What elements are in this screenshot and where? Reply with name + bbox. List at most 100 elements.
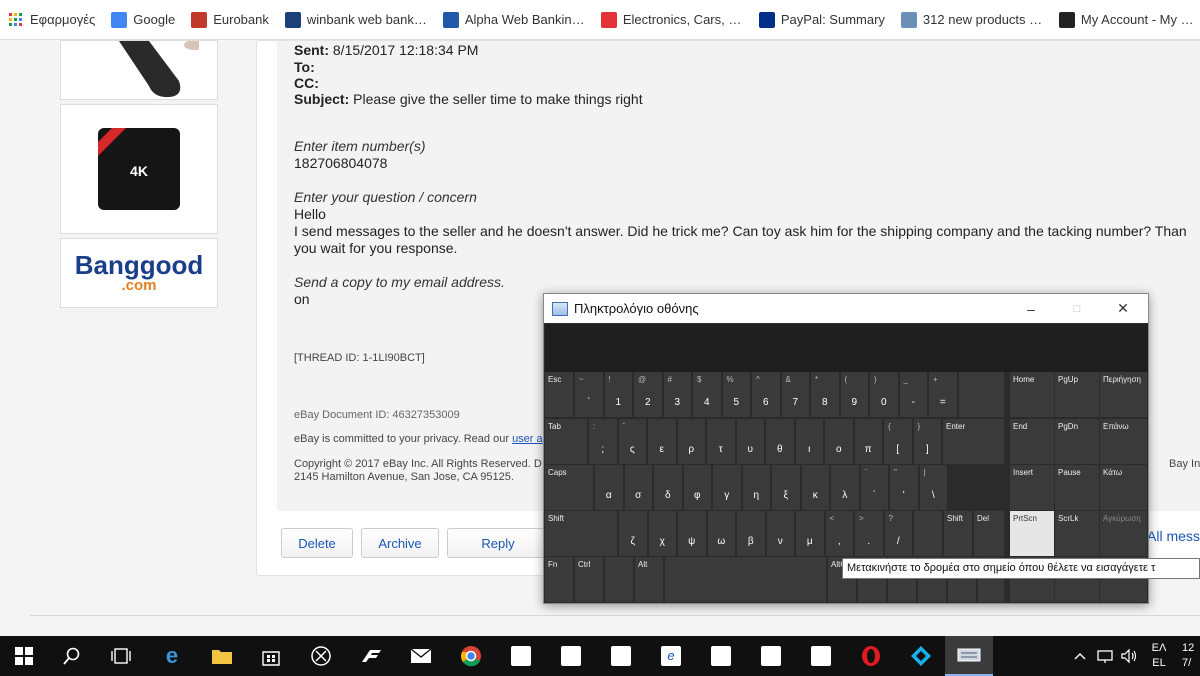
windows-key[interactable] xyxy=(605,557,633,602)
maximize-button[interactable]: □ xyxy=(1054,294,1100,323)
char-key[interactable]: ]} xyxy=(913,419,941,464)
char-key[interactable]: 2 @ xyxy=(634,372,662,417)
char-key[interactable]: [{ xyxy=(884,419,912,464)
char-key[interactable]: η xyxy=(742,465,770,510)
product-thumbnail[interactable]: 4K xyxy=(60,104,218,234)
char-key[interactable]: . > xyxy=(855,511,883,556)
xbox-button[interactable] xyxy=(297,636,345,676)
forza-button[interactable] xyxy=(347,636,395,676)
volume-button[interactable] xyxy=(1118,636,1140,676)
char-key[interactable]: ξ xyxy=(772,465,800,510)
store-button[interactable] xyxy=(247,636,295,676)
bookmark-item[interactable]: Electronics, Cars, Fash xyxy=(600,11,743,28)
network-button[interactable] xyxy=(1094,636,1116,676)
char-key[interactable]: ` ~ xyxy=(575,372,603,417)
bookmark-item[interactable]: Google xyxy=(111,11,175,28)
page-up-key[interactable]: PgUp xyxy=(1055,372,1099,417)
language-indicator[interactable]: ΕΛ EL xyxy=(1144,636,1174,676)
search-button[interactable] xyxy=(48,636,96,676)
char-key[interactable]: ν xyxy=(766,511,794,556)
scroll-lock-key[interactable]: ScrLk xyxy=(1055,511,1099,556)
bookmark-item[interactable]: 312 new products list xyxy=(900,11,1043,28)
char-key[interactable]: π xyxy=(854,419,882,464)
char-key[interactable]: ;: xyxy=(589,419,617,464)
char-key[interactable]: γ xyxy=(713,465,741,510)
char-key[interactable]: 1! xyxy=(604,372,632,417)
esc-key[interactable]: Esc xyxy=(545,372,573,417)
all-messages-link[interactable]: All messa xyxy=(1147,528,1200,544)
mail-button[interactable] xyxy=(397,636,445,676)
shift-key[interactable]: Shift xyxy=(545,511,617,556)
char-key[interactable]: υ xyxy=(736,419,764,464)
char-key[interactable]: 8 * xyxy=(811,372,839,417)
bookmark-item[interactable]: PayPal: Summary xyxy=(758,11,885,28)
show-hidden-icons[interactable] xyxy=(1068,636,1092,676)
char-key[interactable]: ' " xyxy=(890,465,918,510)
bookmark-item[interactable]: Eurobank xyxy=(191,11,269,28)
bookmark-item[interactable]: Alpha Web Banking c xyxy=(442,11,585,28)
char-key[interactable]: δ xyxy=(654,465,682,510)
opera-button[interactable] xyxy=(847,636,895,676)
file-explorer-button[interactable] xyxy=(198,636,246,676)
char-key[interactable]: 9( xyxy=(840,372,868,417)
taskbar-app-edge-ie[interactable]: e xyxy=(647,636,695,676)
char-key[interactable]: 4 $ xyxy=(693,372,721,417)
char-key[interactable]: \ | xyxy=(919,465,947,510)
taskbar-app-orange[interactable] xyxy=(747,636,795,676)
archive-button[interactable]: Archive xyxy=(361,528,439,558)
char-key[interactable]: /? xyxy=(884,511,912,556)
page-down-key[interactable]: PgDn xyxy=(1055,419,1099,464)
bookmark-item[interactable]: My Account - My Fav xyxy=(1058,11,1200,28)
backspace-key[interactable] xyxy=(959,372,1004,417)
char-key[interactable]: , < xyxy=(825,511,853,556)
taskbar-app-facebook[interactable] xyxy=(597,636,645,676)
char-key[interactable]: κ xyxy=(801,465,829,510)
enter-key[interactable]: Enter xyxy=(943,419,1004,464)
osk-taskbar-button[interactable] xyxy=(945,636,993,676)
reply-button[interactable]: Reply xyxy=(447,528,549,558)
start-button[interactable] xyxy=(0,636,48,676)
char-key[interactable]: μ xyxy=(796,511,824,556)
user-agreement-link[interactable]: user a xyxy=(512,433,543,445)
fn-key[interactable]: Fn xyxy=(545,557,573,602)
char-key[interactable]: τ xyxy=(707,419,735,464)
char-key[interactable]: ΄ ¨ xyxy=(860,465,888,510)
ctrl-key[interactable]: Ctrl xyxy=(575,557,603,602)
close-button[interactable]: ✕ xyxy=(1100,294,1146,323)
kodi-button[interactable] xyxy=(897,636,945,676)
pause-key[interactable]: Pause xyxy=(1055,465,1099,510)
right-shift-key[interactable]: Shift xyxy=(944,511,972,556)
task-view-button[interactable] xyxy=(97,636,145,676)
banggood-logo[interactable]: Banggood .com xyxy=(60,238,218,308)
char-key[interactable]: ι xyxy=(795,419,823,464)
bookmark-item[interactable]: Εφαρμογές xyxy=(8,12,95,28)
taskbar-app-light-blue[interactable] xyxy=(797,636,845,676)
char-key[interactable]: α xyxy=(595,465,623,510)
product-thumbnail[interactable] xyxy=(60,40,218,100)
taskbar-app-youtube[interactable] xyxy=(697,636,745,676)
insert-key[interactable]: Insert xyxy=(1010,465,1054,510)
char-key[interactable]: - _ xyxy=(899,372,927,417)
tab-key[interactable]: Tab xyxy=(545,419,587,464)
char-key[interactable]: ψ xyxy=(678,511,706,556)
char-key[interactable]: λ xyxy=(831,465,859,510)
move-up-key[interactable]: Επάνω xyxy=(1100,419,1147,464)
end-key[interactable]: End xyxy=(1010,419,1054,464)
char-key[interactable]: ρ xyxy=(677,419,705,464)
chrome-button[interactable] xyxy=(447,636,495,676)
char-key[interactable]: ς ΅ xyxy=(618,419,646,464)
osk-title-bar[interactable]: Πληκτρολόγιο οθόνης – □ ✕ xyxy=(544,294,1148,323)
taskbar-app-green[interactable] xyxy=(497,636,545,676)
alt-key[interactable]: Alt xyxy=(635,557,663,602)
char-key[interactable]: φ xyxy=(683,465,711,510)
clock[interactable]: 12 7/ xyxy=(1182,636,1200,676)
char-key[interactable]: = + xyxy=(929,372,957,417)
char-key[interactable]: ε xyxy=(648,419,676,464)
up-arrow-key[interactable] xyxy=(914,511,942,556)
move-down-key[interactable]: Κάτω xyxy=(1100,465,1147,510)
navigate-key[interactable]: Περιήγηση xyxy=(1100,372,1147,417)
char-key[interactable]: θ xyxy=(766,419,794,464)
char-key[interactable]: σ xyxy=(624,465,652,510)
char-key[interactable]: β xyxy=(737,511,765,556)
space-key[interactable] xyxy=(665,557,826,602)
